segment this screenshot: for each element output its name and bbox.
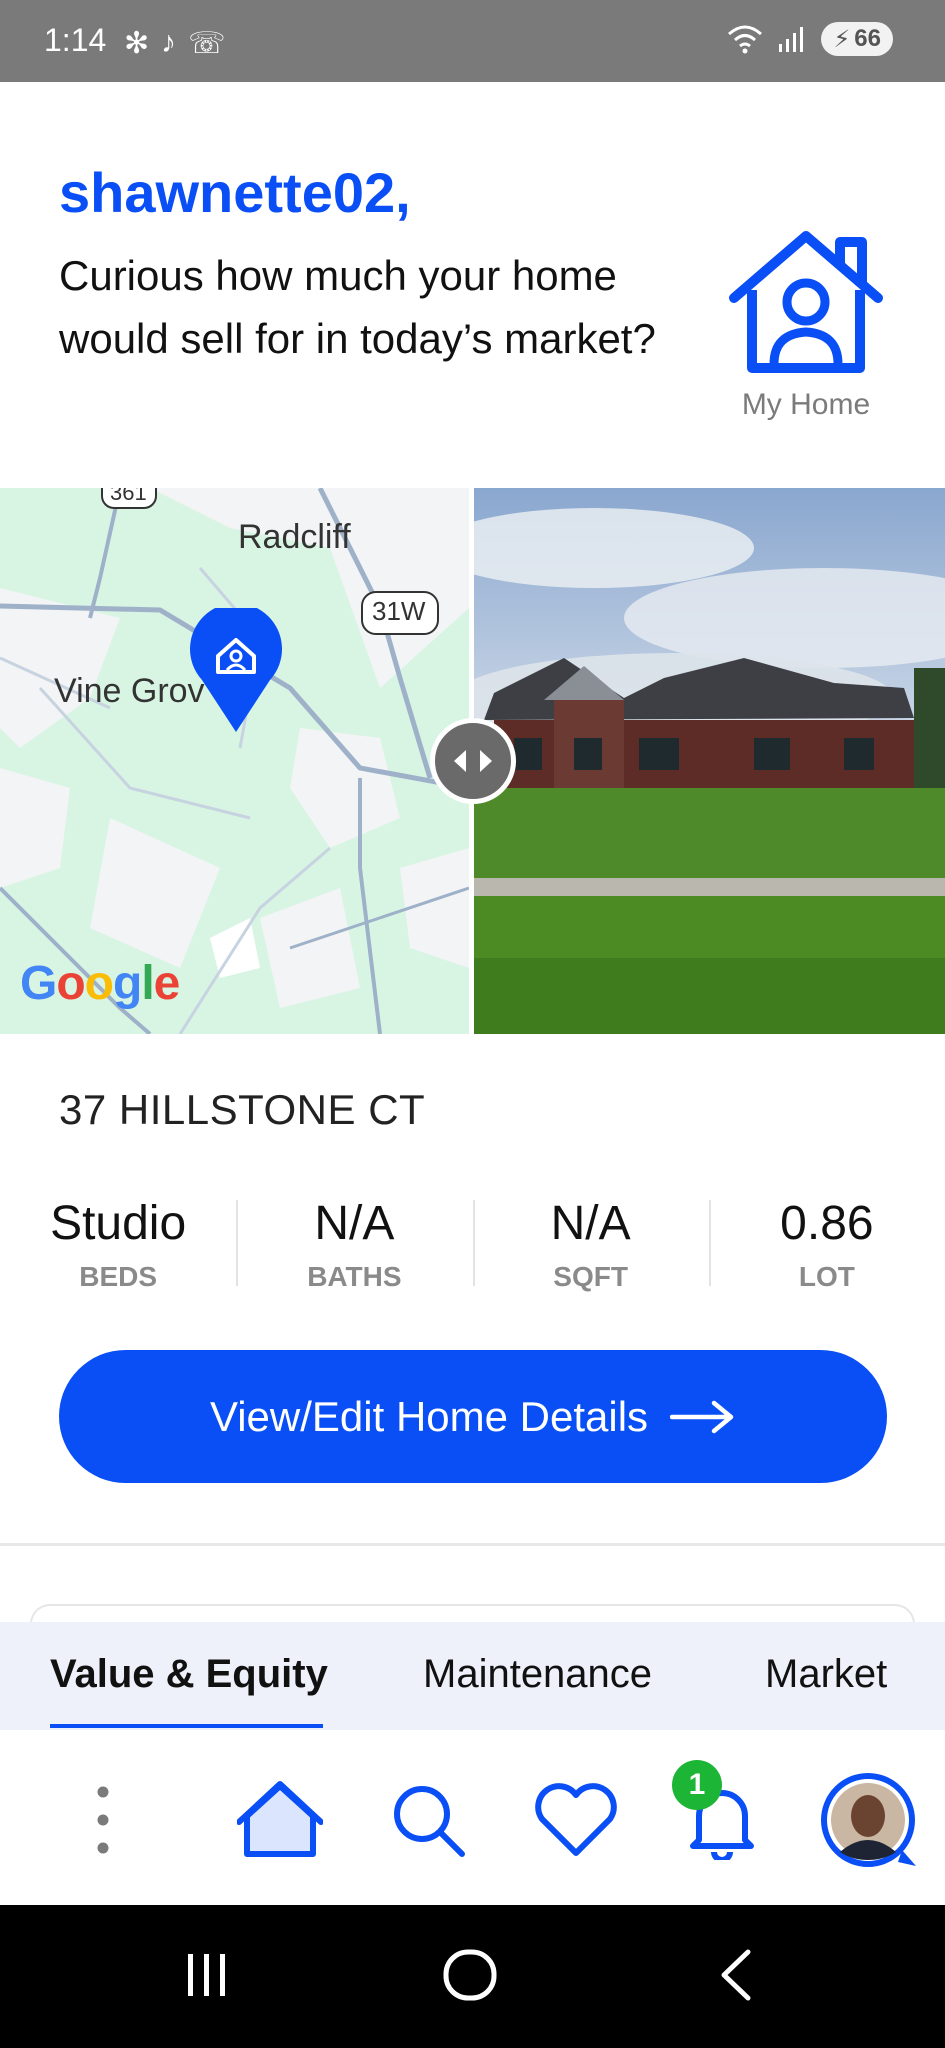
- section-divider: [0, 1543, 945, 1546]
- battery-level: 66: [854, 25, 881, 52]
- home-system-button[interactable]: [420, 1935, 520, 2015]
- recent-apps-button[interactable]: [157, 1935, 257, 2015]
- stat-label: SQFT: [553, 1261, 628, 1292]
- nav-favorites-button[interactable]: [526, 1770, 626, 1870]
- active-tab-indicator: [50, 1724, 323, 1728]
- home-icon: [237, 1781, 323, 1857]
- heart-icon: [535, 1783, 617, 1856]
- map-graphic: [0, 488, 469, 1034]
- stat-label: LOT: [798, 1261, 855, 1292]
- map-label-vine-grove: Vine Grov: [54, 672, 205, 710]
- home-circle-icon: [443, 1949, 497, 2001]
- arrow-right-icon: [670, 1400, 734, 1433]
- stat-value: 0.86: [780, 1197, 874, 1250]
- location-map[interactable]: 361 Radcliff 31W Vine Grov Google: [0, 488, 469, 1034]
- avatar: [821, 1773, 916, 1867]
- nav-home-button[interactable]: [230, 1770, 330, 1870]
- stat-label: BATHS: [307, 1261, 402, 1292]
- my-home-label: My Home: [741, 388, 871, 421]
- valuation-prompt: Curious how much your home would sell fo…: [59, 252, 656, 362]
- stat-sqft: N/A SQFT: [472, 1196, 709, 1296]
- nav-search-button[interactable]: [378, 1770, 478, 1870]
- street-view-photo[interactable]: [474, 488, 945, 1034]
- google-logo: Google: [20, 957, 180, 1010]
- property-address: 37 HILLSTONE CT: [59, 1086, 426, 1133]
- back-button[interactable]: [686, 1935, 786, 2015]
- my-home-button[interactable]: My Home: [718, 228, 894, 422]
- more-icon: [97, 1786, 109, 1854]
- battery-indicator: ⚡ 66: [821, 22, 893, 56]
- stat-value: N/A: [550, 1197, 631, 1250]
- house-street-view-image: [474, 488, 945, 1034]
- back-chevron-icon: [721, 1949, 751, 2001]
- stat-value: Studio: [50, 1197, 187, 1250]
- tab-market[interactable]: Market: [765, 1652, 887, 1697]
- map-label-route-31w: 31W: [372, 596, 426, 626]
- status-notification-icons: ✻ ♪ ☏: [124, 26, 226, 61]
- stat-baths: N/A BATHS: [236, 1196, 472, 1296]
- system-navigation-bar: [0, 1905, 945, 2048]
- status-bar: 1:14 ✻ ♪ ☏ ⚡ 66: [0, 0, 945, 82]
- map-photo-comparison[interactable]: 361 Radcliff 31W Vine Grov Google: [0, 488, 945, 1034]
- nav-profile-button[interactable]: [818, 1770, 922, 1874]
- signal-icon: [779, 27, 804, 52]
- tab-value-equity[interactable]: Value & Equity: [50, 1652, 328, 1697]
- more-menu-button[interactable]: [53, 1770, 153, 1870]
- battery-saver-icon: ⚡: [833, 25, 851, 53]
- tab-maintenance[interactable]: Maintenance: [423, 1652, 652, 1697]
- search-icon: [394, 1786, 465, 1857]
- drag-arrows-icon: [454, 750, 492, 772]
- pinwheel-icon: ✻: [124, 27, 150, 60]
- tiktok-icon: ♪: [161, 26, 177, 59]
- username-greeting: shawnette02,: [59, 161, 411, 224]
- map-label-route-361: 361: [110, 488, 147, 505]
- view-edit-home-details-button[interactable]: View/Edit Home Details: [59, 1350, 887, 1483]
- status-system-icons: ⚡ 66: [727, 22, 893, 56]
- notification-count-badge: 1: [672, 1760, 722, 1810]
- bottom-navigation: 1: [0, 1730, 945, 1905]
- house-person-icon: [729, 231, 883, 373]
- missed-call-icon: ☏: [188, 27, 226, 60]
- stat-beds: Studio BEDS: [0, 1196, 236, 1296]
- stat-label: BEDS: [79, 1261, 158, 1292]
- recent-apps-icon: [188, 1954, 225, 1996]
- home-location-pin-icon[interactable]: [188, 608, 284, 734]
- wifi-icon: [728, 25, 763, 54]
- stat-value: N/A: [314, 1197, 395, 1250]
- section-tabs: Value & Equity Maintenance Market: [0, 1622, 945, 1730]
- map-label-radcliff: Radcliff: [238, 518, 351, 556]
- stat-lot: 0.86 LOT: [708, 1196, 945, 1296]
- status-time: 1:14: [44, 22, 107, 58]
- property-stats: Studio BEDS N/A BATHS N/A SQFT 0.86 LOT: [0, 1196, 945, 1296]
- comparison-slider-handle[interactable]: [430, 718, 516, 804]
- cta-label: View/Edit Home Details: [209, 1392, 649, 1440]
